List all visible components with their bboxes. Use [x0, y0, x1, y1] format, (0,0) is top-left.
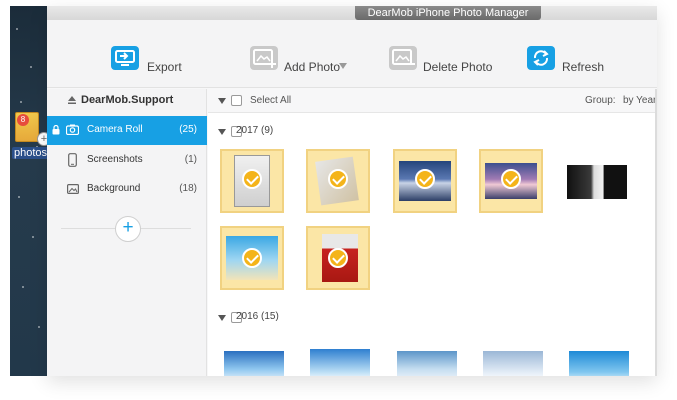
sidebar-item-count: (1) [184, 154, 197, 165]
photo-thumbnail[interactable] [565, 341, 629, 376]
badge-icon: 8 [17, 114, 29, 126]
photo-thumbnail[interactable] [479, 149, 543, 213]
check-icon [415, 169, 435, 189]
device-name: DearMob.Support [81, 94, 174, 106]
sidebar: DearMob.Support Camera Roll (25) Screens… [47, 89, 207, 376]
delete-photo-label: Delete Photo [423, 60, 493, 74]
title-bar: DearMob iPhone Photo Manager [47, 6, 657, 20]
section-label: 2017 (9) [236, 125, 274, 136]
photo-thumbnail[interactable] [565, 149, 629, 213]
photo-thumbnail[interactable] [393, 149, 457, 213]
photo-thumbnail[interactable] [220, 341, 284, 376]
export-button[interactable]: Export [111, 46, 191, 76]
export-icon [111, 46, 139, 70]
photo-thumbnail[interactable] [393, 341, 457, 376]
photo-image [224, 351, 284, 376]
photo-content: Select All Group: by Year 2017 (9) 2016 … [208, 89, 657, 376]
sidebar-item-count: (25) [179, 124, 197, 135]
sidebar-item-label: Screenshots [87, 154, 143, 165]
check-icon [328, 169, 348, 189]
photo-thumbnail[interactable] [220, 226, 284, 290]
refresh-icon [527, 46, 555, 70]
add-photo-label: Add Photo [284, 60, 341, 74]
check-icon [242, 248, 262, 268]
image-icon [67, 184, 80, 197]
photo-thumbnail[interactable] [306, 341, 370, 376]
photo-thumbnail[interactable] [306, 226, 370, 290]
chevron-down-icon[interactable] [339, 63, 347, 69]
window-title: DearMob iPhone Photo Manager [355, 6, 541, 20]
add-photo-icon [250, 46, 278, 70]
sidebar-item-camera-roll[interactable]: Camera Roll (25) [47, 116, 207, 145]
device-row[interactable]: DearMob.Support [47, 89, 207, 114]
check-icon [242, 169, 262, 189]
sidebar-item-background[interactable]: Background (18) [47, 175, 207, 204]
desktop-background [10, 6, 47, 376]
sidebar-item-count: (18) [179, 183, 197, 194]
photo-image [567, 165, 627, 199]
eject-icon[interactable] [67, 95, 77, 108]
add-photo-button[interactable]: Add Photo [250, 46, 360, 76]
camera-icon [65, 124, 80, 138]
add-album-button[interactable]: + [115, 216, 141, 242]
photo-thumbnail[interactable] [220, 149, 284, 213]
section-header-2016: 2016 (15) [208, 308, 657, 328]
photo-image [569, 351, 629, 376]
collapse-section-icon[interactable] [218, 315, 226, 321]
photo-image [310, 349, 370, 376]
photo-thumbnail[interactable] [479, 341, 543, 376]
app-window: DearMob iPhone Photo Manager Export Add … [47, 6, 657, 376]
phone-icon [68, 153, 77, 170]
group-label: Group: [585, 95, 616, 106]
photo-image [397, 351, 457, 376]
check-icon [328, 248, 348, 268]
select-all-label: Select All [250, 95, 292, 106]
collapse-all-icon[interactable] [218, 98, 226, 104]
refresh-button[interactable]: Refresh [527, 46, 607, 76]
delete-photo-button[interactable]: Delete Photo [389, 46, 499, 76]
content-header: Select All Group: by Year [208, 89, 657, 113]
section-header-2017: 2017 (9) [208, 122, 657, 142]
group-dropdown[interactable]: by Year [623, 95, 656, 106]
photo-image [483, 351, 543, 376]
section-label: 2016 (15) [236, 311, 279, 322]
toolbar: Export Add Photo Delete Photo Refresh [47, 20, 657, 88]
sidebar-item-label: Camera Roll [87, 124, 143, 135]
photo-thumbnail[interactable] [306, 149, 370, 213]
select-all-checkbox[interactable] [231, 95, 242, 106]
delete-photo-icon [389, 46, 417, 70]
export-label: Export [147, 60, 182, 74]
desktop-file-icon[interactable]: 8 + [13, 112, 51, 148]
desktop-file-label: photos [12, 147, 50, 159]
scrollbar[interactable] [655, 89, 657, 376]
collapse-section-icon[interactable] [218, 129, 226, 135]
check-icon [501, 169, 521, 189]
sidebar-item-screenshots[interactable]: Screenshots (1) [47, 146, 207, 175]
refresh-label: Refresh [562, 60, 605, 74]
lock-icon [52, 124, 60, 138]
sidebar-item-label: Background [87, 183, 141, 194]
